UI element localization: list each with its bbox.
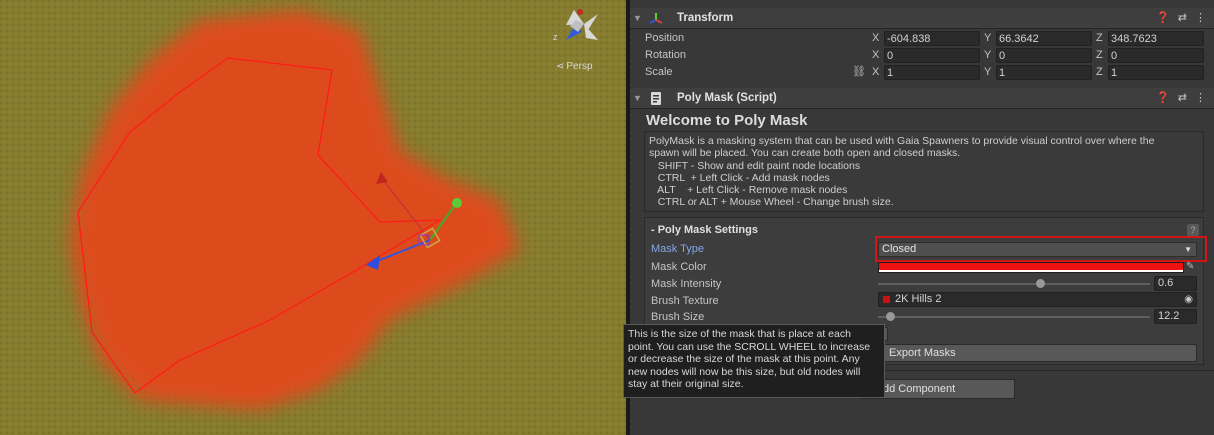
persp-toggle[interactable]: ⋖ Persp xyxy=(556,61,593,72)
position-y-field[interactable]: 66.3642 xyxy=(996,31,1092,46)
tooltip-line: This is the size of the mask that is pla… xyxy=(628,328,851,340)
object-picker-icon[interactable]: ◉ xyxy=(1184,293,1193,306)
mask-color-field[interactable] xyxy=(878,262,1184,273)
tooltip-line: point. You can use the SCROLL WHEEL to i… xyxy=(628,340,871,353)
scale-z-field[interactable]: 1 xyxy=(1108,65,1204,80)
axis-z-label: Z xyxy=(1096,66,1103,78)
help-line: SHIFT - Show and edit paint node locatio… xyxy=(649,159,861,172)
settings-title[interactable]: - Poly Mask Settings xyxy=(651,224,758,236)
mask-color-label: Mask Color xyxy=(651,261,707,273)
constrain-proportions-icon[interactable]: ⛓ xyxy=(852,65,866,78)
mask-intensity-label: Mask Intensity xyxy=(651,278,722,290)
rotation-z-field[interactable]: 0 xyxy=(1108,48,1204,63)
scale-label: Scale xyxy=(645,66,673,78)
help-line: ALT + Left Click - Remove mask nodes xyxy=(649,184,848,197)
axis-x-label: X xyxy=(872,66,880,78)
position-x-field[interactable]: -604.838 xyxy=(884,31,980,46)
help-icon[interactable]: ❓ xyxy=(1156,91,1170,104)
rotation-label: Rotation xyxy=(645,49,686,61)
brush-texture-field[interactable]: 2K Hills 2 ◉ xyxy=(878,292,1197,307)
axis-x-label: X xyxy=(872,49,880,61)
kebab-menu-icon[interactable]: ⋮ xyxy=(1195,11,1206,24)
brush-size-label: Brush Size xyxy=(651,311,705,323)
brush-size-tooltip: This is the size of the mask that is pla… xyxy=(623,324,885,398)
rotation-row: Rotation X0 Y0 Z0 xyxy=(630,47,1214,64)
help-line: spawn will be placed. You can create bot… xyxy=(649,147,961,160)
scale-y-field[interactable]: 1 xyxy=(996,65,1092,80)
axis-y-label: Y xyxy=(984,49,992,61)
scene-view[interactable]: z ⋖ Persp xyxy=(0,0,626,435)
preset-icon[interactable]: ⇄ xyxy=(1178,91,1187,104)
transform-title: Transform xyxy=(677,12,734,24)
axis-y-label: Y xyxy=(984,32,992,44)
mask-intensity-field[interactable]: 0.6 xyxy=(1154,276,1197,291)
rotation-x-field[interactable]: 0 xyxy=(884,48,980,63)
polymask-header[interactable]: ▼ Poly Mask (Script) ❓ ⇄ ⋮ xyxy=(630,88,1214,109)
brush-size-slider[interactable] xyxy=(878,309,1150,324)
welcome-title: Welcome to Poly Mask xyxy=(646,112,808,129)
highlight-rectangle xyxy=(875,236,1207,262)
script-icon xyxy=(649,91,663,105)
position-z-field[interactable]: 348.7623 xyxy=(1108,31,1204,46)
fold-arrow-icon[interactable]: ▼ xyxy=(633,93,643,103)
persp-label: Persp xyxy=(566,61,593,72)
axis-x-label: X xyxy=(872,32,880,44)
tooltip-line: new nodes will now be this size, but old… xyxy=(628,365,861,378)
export-masks-button[interactable]: Export Masks xyxy=(878,344,1197,362)
brush-texture-value: 2K Hills 2 xyxy=(895,293,942,305)
axis-z-label: Z xyxy=(1096,32,1103,44)
preset-icon[interactable]: ⇄ xyxy=(1178,11,1187,24)
position-label: Position xyxy=(645,32,685,44)
help-icon[interactable]: ❓ xyxy=(1156,11,1170,24)
axis-y-label: Y xyxy=(984,66,992,78)
position-row: Position X -604.838 Y 66.3642 Z 348.7623 xyxy=(630,30,1214,47)
help-box: PolyMask is a masking system that can be… xyxy=(644,131,1204,212)
scene-canvas[interactable]: z xyxy=(0,0,626,435)
persp-icon: ⋖ xyxy=(556,61,565,72)
kebab-menu-icon[interactable]: ⋮ xyxy=(1195,91,1206,104)
brush-texture-label: Brush Texture xyxy=(651,295,719,307)
slider-knob[interactable] xyxy=(1035,279,1045,288)
tooltip-line: or decrease the size of the mask at this… xyxy=(628,353,860,366)
eyedropper-icon[interactable]: ✎ xyxy=(1186,261,1194,272)
polymask-title: Poly Mask (Script) xyxy=(677,92,777,104)
rotation-y-field[interactable]: 0 xyxy=(996,48,1092,63)
help-line: PolyMask is a masking system that can be… xyxy=(649,135,1155,147)
settings-help-icon[interactable]: ? xyxy=(1187,224,1199,236)
help-line: CTRL + Left Click - Add mask nodes xyxy=(649,171,830,184)
transform-header[interactable]: ▼ Transform ❓ ⇄ ⋮ xyxy=(630,8,1214,29)
gizmo-z-label: z xyxy=(553,32,558,42)
transform-icon xyxy=(649,11,663,25)
mask-type-label: Mask Type xyxy=(651,243,704,255)
brush-size-field[interactable]: 12.2 xyxy=(1154,309,1197,324)
fold-arrow-icon[interactable]: ▼ xyxy=(633,13,643,23)
texture-thumbnail xyxy=(883,296,890,303)
scale-x-field[interactable]: 1 xyxy=(884,65,980,80)
axis-z-label: Z xyxy=(1096,49,1103,61)
help-line: CTRL or ALT + Mouse Wheel - Change brush… xyxy=(649,196,894,209)
mask-intensity-slider[interactable] xyxy=(878,276,1150,291)
tooltip-line: stay at their original size. xyxy=(628,378,744,391)
scale-row: Scale ⛓ X1 Y1 Z1 xyxy=(630,64,1214,81)
slider-knob[interactable] xyxy=(886,312,895,321)
